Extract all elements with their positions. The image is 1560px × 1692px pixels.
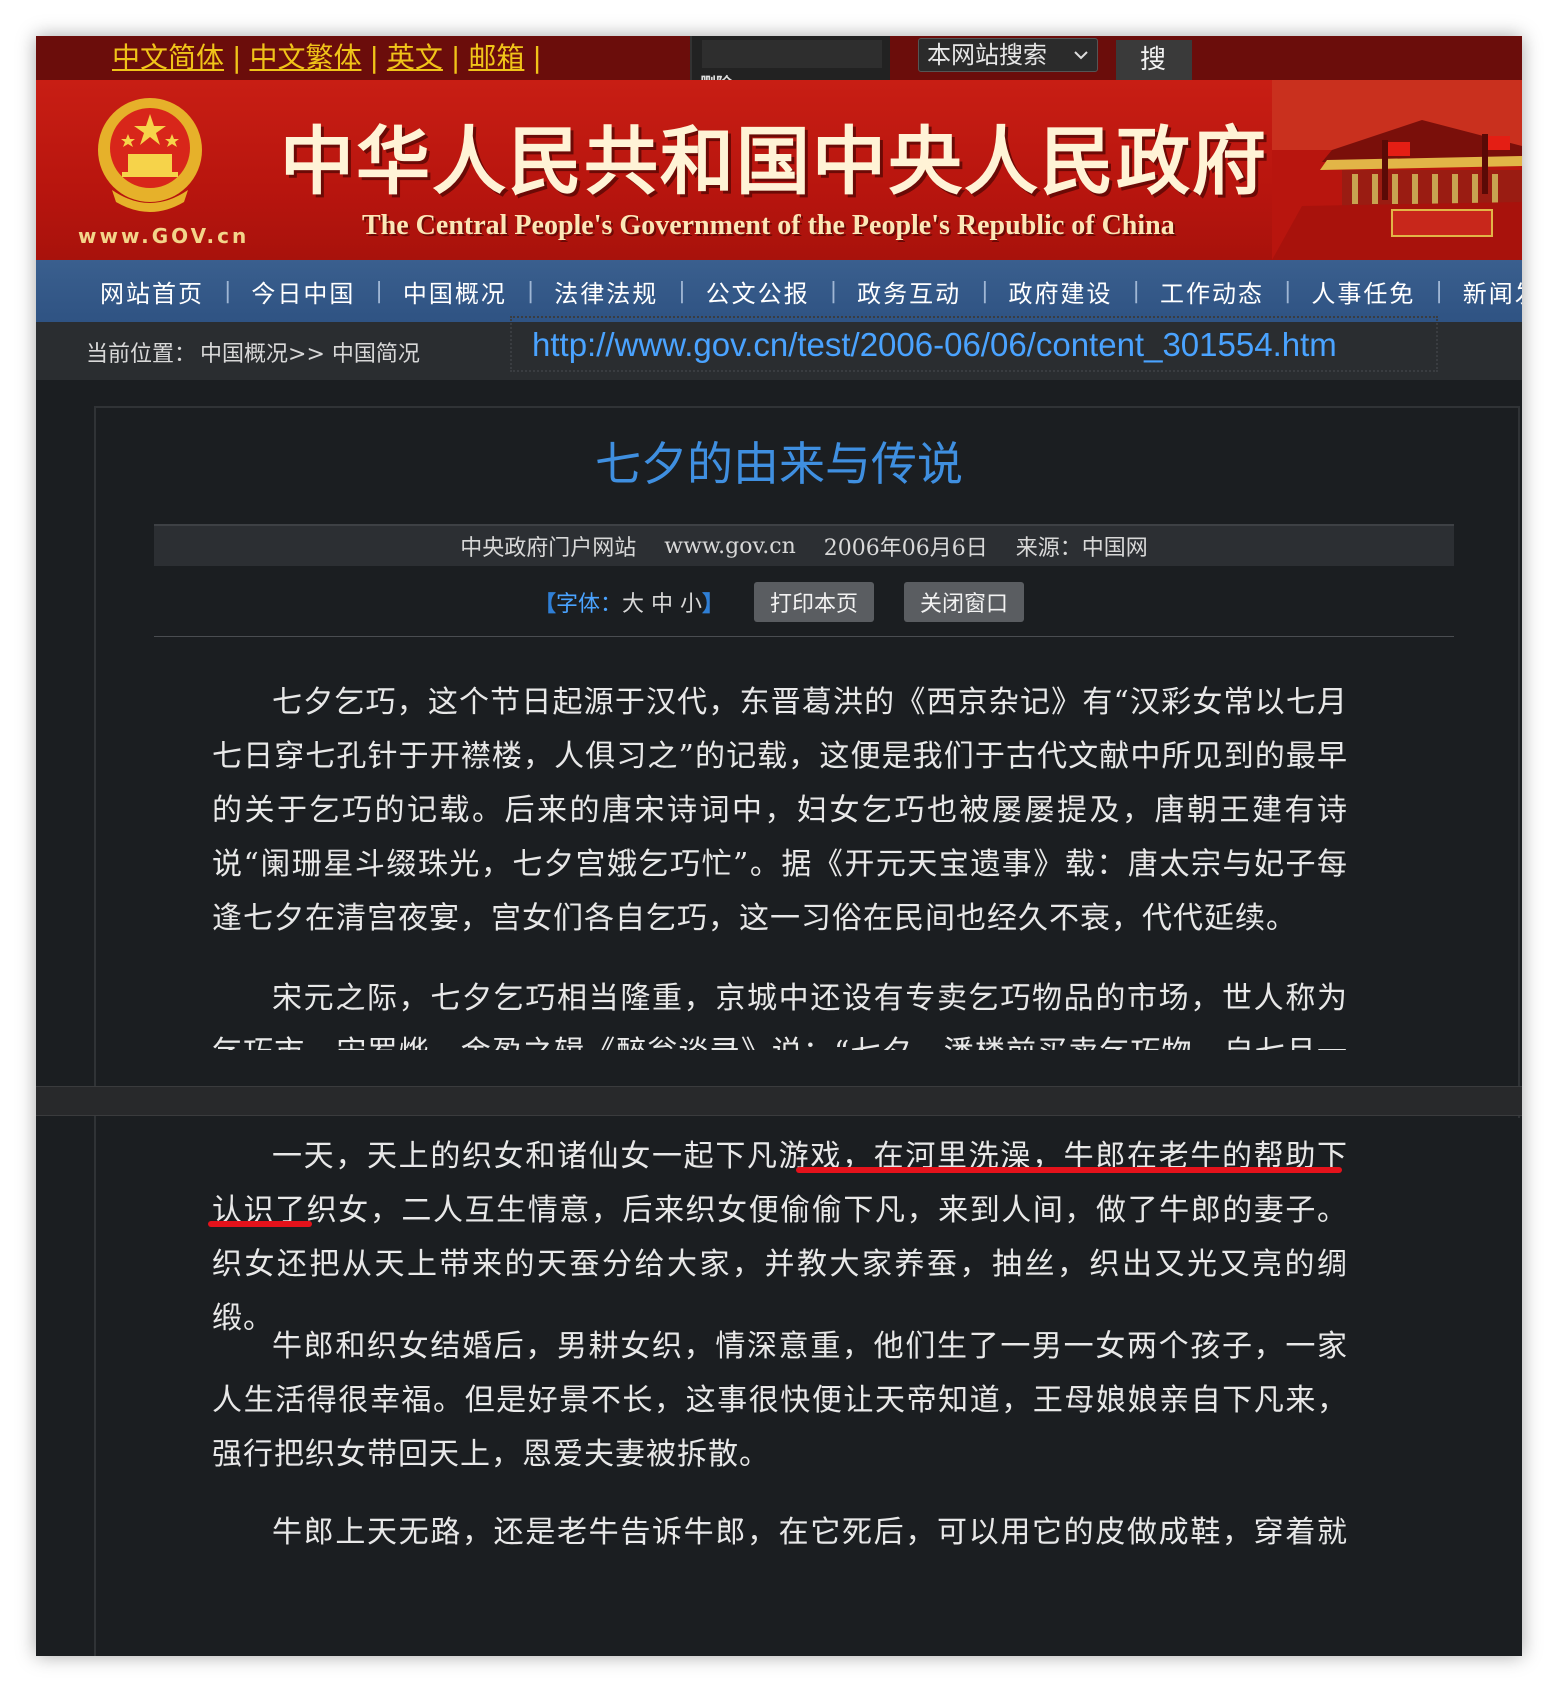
- breadcrumb-path[interactable]: 中国概况>> 中国简况: [200, 336, 420, 368]
- breadcrumb-label: 当前位置：: [86, 342, 197, 367]
- site-banner: www.GOV.cn 中华人民共和国中央人民政府 The Central Peo…: [36, 80, 1522, 260]
- search-scope-select[interactable]: 本网站搜索: [918, 38, 1098, 72]
- highlight-underline: [796, 1167, 1342, 1173]
- main-nav: 网站首页 | 今日中国 | 中国概况 | 法律法规 | 公文公报 | 政务互动 …: [36, 260, 1522, 322]
- search-scope-value: 本网站搜索: [927, 41, 1047, 69]
- article-tools: 【字体：大 中 小】 打印本页 关闭窗口: [36, 582, 1522, 622]
- divider: |: [526, 278, 535, 304]
- lang-english-link[interactable]: 英文: [387, 38, 443, 78]
- meta-domain: www.gov.cn: [664, 533, 796, 559]
- article-paragraph: 宋元之际，七夕乞巧相当隆重，京城中还设有专卖乞巧物品的市场，世人称为乞巧市。宋罗…: [212, 981, 1348, 1050]
- article-meta: 中央政府门户网站 www.gov.cn 2006年06月6日 来源：中国网: [154, 524, 1454, 566]
- font-size-control: 【字体：大 中 小】: [534, 586, 724, 618]
- nav-press[interactable]: 新闻发布: [1463, 274, 1522, 309]
- article-paragraph: 牛郎和织女结婚后，男耕女织，情深意重，他们生了一男一女两个孩子，一家人生活得很幸…: [212, 1329, 1348, 1472]
- national-emblem-icon: [98, 98, 202, 212]
- divider: |: [829, 278, 838, 304]
- nav-work-news[interactable]: 工作动态: [1160, 274, 1264, 309]
- divider: |: [678, 278, 686, 304]
- article-paragraph: 一天，天上的织女和诸仙女一起下凡游戏，在河里洗澡，牛郎在老牛的帮助下认识了织女，…: [212, 1139, 1348, 1336]
- site-domain-label: www.GOV.cn: [78, 224, 250, 248]
- divider: |: [981, 278, 989, 304]
- chevron-down-icon: [1074, 51, 1088, 60]
- article-paragraph: 牛郎上天无路，还是老牛告诉牛郎，在它死后，可以用它的皮做成鞋，穿着就可以: [272, 1515, 1348, 1550]
- meta-source: 来源：中国网: [1015, 536, 1148, 561]
- meta-date: 2006年06月6日: [823, 536, 988, 561]
- divider: |: [1435, 278, 1443, 304]
- nav-home[interactable]: 网站首页: [100, 274, 204, 309]
- capture-divider: [36, 1086, 1522, 1116]
- divider: |: [450, 41, 461, 74]
- divider: |: [375, 278, 383, 304]
- divider: |: [532, 41, 542, 74]
- nav-documents[interactable]: 公文公报: [706, 274, 810, 309]
- bracket-close: 】: [701, 591, 724, 617]
- meta-site: 中央政府门户网站: [460, 536, 637, 561]
- lang-traditional-link[interactable]: 中文繁体: [249, 38, 361, 78]
- print-button[interactable]: 打印本页: [754, 582, 875, 622]
- breadcrumb: 当前位置： 中国概况>> 中国简况: [86, 336, 420, 368]
- divider: |: [224, 278, 232, 304]
- nav-china-overview[interactable]: 中国概况: [403, 274, 507, 309]
- divider: |: [369, 41, 379, 74]
- search-input[interactable]: [702, 40, 882, 68]
- highlight-underline: [208, 1221, 312, 1227]
- nav-laws[interactable]: 法律法规: [554, 274, 658, 309]
- mailbox-link[interactable]: 邮箱: [468, 38, 524, 78]
- lang-simplified-link[interactable]: 中文简体: [112, 38, 224, 78]
- nav-today-china[interactable]: 今日中国: [251, 274, 355, 309]
- font-size-options[interactable]: 大 中 小: [622, 592, 702, 617]
- top-utility-bar: 中文简体 | 中文繁体 | 英文 | 邮箱 | 删除 本网站搜索 搜 索: [36, 36, 1522, 115]
- nav-personnel[interactable]: 人事任免: [1311, 274, 1415, 309]
- divider: [154, 636, 1454, 637]
- article-paragraph: 七夕乞巧，这个节日起源于汉代，东晋葛洪的《西京杂记》有“汉彩女常以七月七日穿七孔…: [212, 685, 1348, 936]
- search-input-area[interactable]: 删除: [690, 36, 890, 93]
- bracket-open: 【: [533, 591, 556, 617]
- nav-interaction[interactable]: 政务互动: [857, 274, 961, 309]
- close-window-button[interactable]: 关闭窗口: [904, 582, 1025, 622]
- divider: |: [1132, 278, 1140, 304]
- site-title-english: The Central People's Government of the P…: [362, 210, 1175, 241]
- language-links: 中文简体 | 中文繁体 | 英文 | 邮箱 |: [112, 38, 550, 78]
- divider: |: [232, 41, 242, 74]
- url-annotation: http://www.gov.cn/test/2006-06/06/conten…: [532, 326, 1337, 363]
- browser-window: 中文简体 | 中文繁体 | 英文 | 邮箱 | 删除 本网站搜索 搜 索: [36, 36, 1522, 1656]
- site-title-chinese: 中华人民共和国中央人民政府: [280, 119, 1268, 205]
- nav-gov-building[interactable]: 政府建设: [1009, 274, 1113, 309]
- font-size-label: 字体：: [555, 592, 622, 617]
- divider: [94, 1118, 96, 1656]
- divider: |: [1283, 278, 1292, 304]
- article-title: 七夕的由来与传说: [595, 437, 963, 491]
- tiananmen-gate-icon: [1272, 80, 1522, 260]
- search-button[interactable]: 搜 索: [1116, 40, 1192, 115]
